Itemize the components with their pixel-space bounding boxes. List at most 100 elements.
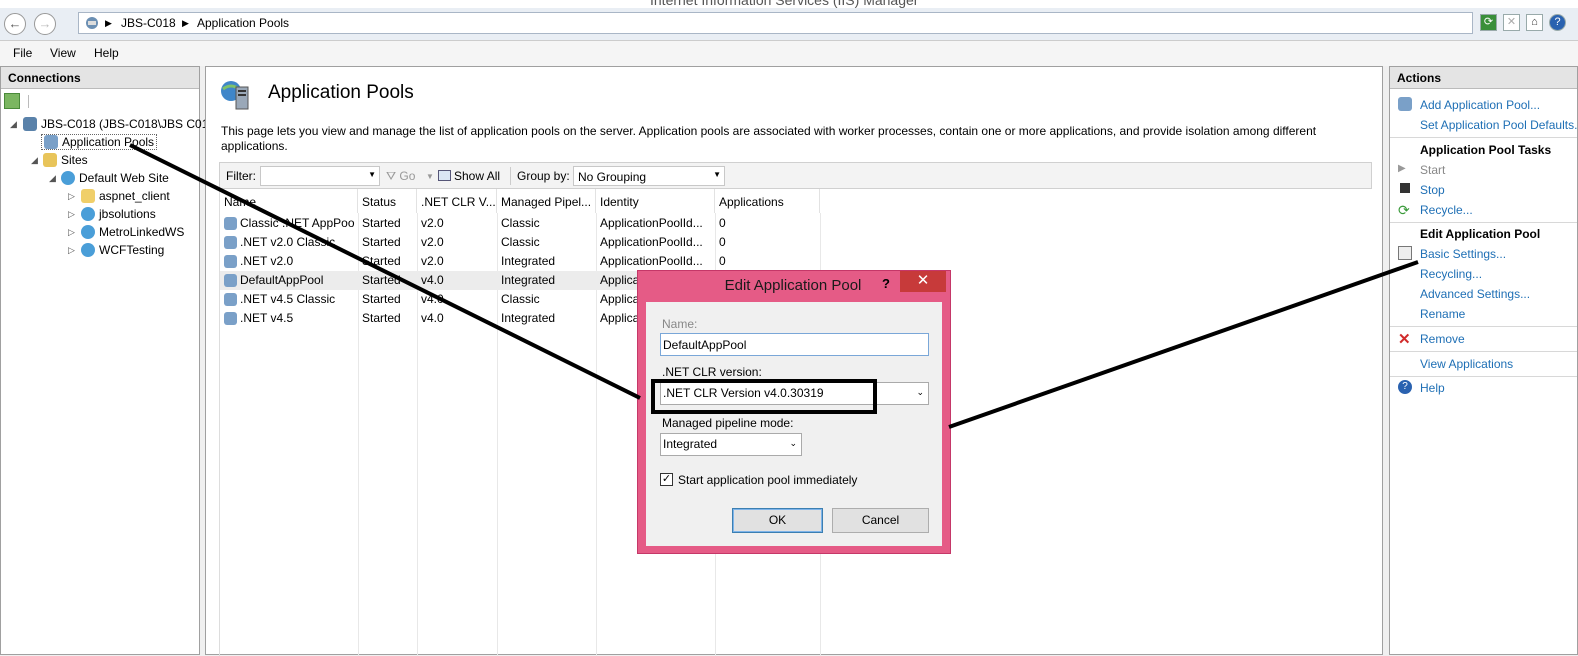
menu-help[interactable]: Help	[94, 46, 119, 60]
table-cell: ApplicationPoolId...	[600, 235, 703, 249]
table-cell: Started	[362, 273, 401, 287]
pipeline-select[interactable]: Integrated ⌄	[660, 433, 802, 456]
app-pools-page-icon	[218, 77, 252, 111]
add-app-pool-link[interactable]: Add Application Pool...	[1420, 98, 1540, 112]
expand-icon[interactable]: ▷	[68, 191, 75, 202]
view-applications-link[interactable]: View Applications	[1420, 357, 1513, 371]
connect-icon[interactable]	[4, 93, 20, 109]
refresh-icon[interactable]: ⟳	[1480, 14, 1497, 31]
tree-aspnet-client[interactable]: aspnet_client	[81, 189, 170, 203]
table-row[interactable]: .NET v2.0 Started v2.0 Integrated Applicatio…	[220, 252, 820, 271]
go-button[interactable]: ⛛ Go	[386, 169, 415, 184]
column-identity[interactable]: Identity	[596, 189, 715, 213]
collapse-icon[interactable]: ◢	[10, 119, 17, 130]
back-button[interactable]: ←	[4, 13, 26, 35]
toolbar-separator	[28, 95, 29, 108]
group-by-value: No Grouping	[578, 170, 647, 184]
dialog-body: Name: .NET CLR version: .NET CLR Version…	[646, 302, 942, 546]
help-icon[interactable]: ?	[1549, 14, 1566, 31]
remove-link[interactable]: Remove	[1420, 332, 1465, 346]
table-cell: Classic .NET AppPool	[240, 216, 355, 230]
home-icon[interactable]: ⌂	[1526, 14, 1543, 31]
table-cell: v4.0	[421, 311, 444, 325]
stop-icon[interactable]: ✕	[1503, 14, 1520, 31]
column-status[interactable]: Status	[358, 189, 417, 213]
name-field[interactable]	[660, 333, 929, 356]
table-cell: 0	[719, 216, 726, 230]
checkmark-icon: ✓	[661, 473, 672, 485]
column-clr-version[interactable]: .NET CLR V...	[417, 189, 497, 213]
menu-file[interactable]: File	[13, 46, 32, 60]
table-cell: Classic	[501, 216, 540, 230]
column-pipeline[interactable]: Managed Pipel...	[497, 189, 596, 213]
table-cell: v2.0	[421, 254, 444, 268]
dialog-close-button[interactable]: ✕	[900, 271, 946, 292]
app-pool-icon	[224, 293, 237, 306]
forward-button[interactable]: →	[34, 13, 56, 35]
help-link[interactable]: Help	[1420, 381, 1445, 395]
funnel-icon: ⛛	[386, 169, 400, 183]
show-all-button[interactable]: Show All	[438, 169, 500, 183]
expand-icon[interactable]: ▷	[68, 245, 75, 256]
table-cell: Classic	[501, 292, 540, 306]
tree-metrolinkedws[interactable]: MetroLinkedWS	[81, 225, 184, 239]
settings-page-icon	[1398, 246, 1412, 260]
rename-link[interactable]: Rename	[1420, 307, 1465, 321]
table-cell: Started	[362, 292, 401, 306]
name-label: Name:	[662, 317, 698, 331]
go-dropdown-icon[interactable]: ▼	[426, 172, 434, 181]
basic-settings-link[interactable]: Basic Settings...	[1420, 247, 1506, 261]
breadcrumb-chevron-icon: ▶	[105, 18, 112, 28]
cancel-button[interactable]: Cancel	[832, 508, 929, 533]
tree-jbsolutions[interactable]: jbsolutions	[81, 207, 156, 221]
annotation-highlight-box	[651, 379, 877, 414]
breadcrumb-app-pools[interactable]: Application Pools	[197, 16, 289, 30]
table-cell: v4.0	[421, 273, 444, 287]
app-pool-icon	[224, 217, 237, 230]
column-name[interactable]: Name	[220, 189, 358, 213]
expand-icon[interactable]: ▷	[68, 209, 75, 220]
tree-default-web-site[interactable]: Default Web Site	[61, 171, 169, 185]
help-circle-icon: ?	[1398, 380, 1412, 394]
table-cell: Started	[362, 254, 401, 268]
recycle-link[interactable]: Recycle...	[1420, 203, 1473, 217]
start-link[interactable]: Start	[1420, 163, 1445, 177]
table-cell: DefaultAppPool	[240, 273, 324, 287]
tree-wcftesting[interactable]: WCFTesting	[81, 243, 164, 257]
group-by-select[interactable]: No Grouping ▼	[573, 166, 725, 186]
server-icon	[23, 117, 37, 131]
collapse-icon[interactable]: ◢	[49, 173, 56, 184]
table-row[interactable]: .NET v2.0 Classic Started v2.0 Classic Appli…	[220, 233, 820, 252]
ok-button[interactable]: OK	[732, 508, 823, 533]
tree-app-pools[interactable]: Application Pools	[41, 134, 158, 150]
chevron-down-icon: ⌄	[789, 438, 797, 448]
filter-input[interactable]: ▼	[260, 166, 380, 186]
recycling-link[interactable]: Recycling...	[1420, 267, 1482, 281]
set-defaults-link[interactable]: Set Application Pool Defaults...	[1420, 118, 1578, 132]
table-row[interactable]: Classic .NET AppPool Started v2.0 Classic Ap…	[220, 214, 820, 233]
connections-header: Connections	[1, 67, 199, 89]
globe-icon	[81, 225, 95, 239]
start-immediately-checkbox[interactable]: ✓	[660, 473, 673, 486]
table-cell: Started	[362, 235, 401, 249]
column-applications[interactable]: Applications	[715, 189, 820, 213]
actions-separator	[1390, 351, 1577, 352]
show-all-icon	[438, 170, 451, 181]
menu-view[interactable]: View	[50, 46, 76, 60]
filter-label: Filter:	[226, 169, 256, 183]
table-cell: ApplicationPoolId...	[600, 254, 703, 268]
tree-sites[interactable]: Sites	[43, 153, 88, 167]
stop-link[interactable]: Stop	[1420, 183, 1445, 197]
breadcrumb-server[interactable]: JBS-C018	[121, 16, 176, 30]
dialog-help-button[interactable]: ?	[882, 276, 890, 291]
advanced-settings-link[interactable]: Advanced Settings...	[1420, 287, 1530, 301]
filter-separator	[510, 167, 511, 185]
arrow-right-icon: →	[38, 16, 52, 31]
expand-icon[interactable]: ▷	[68, 227, 75, 238]
app-pool-icon	[224, 312, 237, 325]
table-cell: v2.0	[421, 216, 444, 230]
collapse-icon[interactable]: ◢	[31, 155, 38, 166]
table-cell: Integrated	[501, 311, 556, 325]
tree-server[interactable]: JBS-C018 (JBS-C018\JBS C018)	[23, 117, 219, 131]
address-bar[interactable]: ▶ JBS-C018 ▶ Application Pools	[78, 12, 1473, 34]
